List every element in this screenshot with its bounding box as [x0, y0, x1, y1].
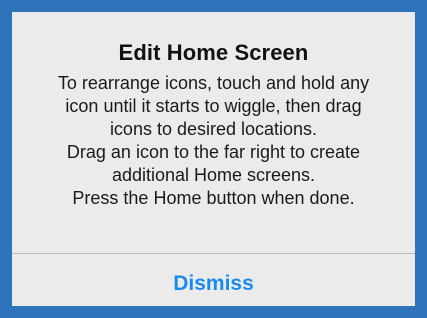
alert-message-line: Drag an icon to the far right to create	[66, 142, 361, 162]
alert-message-line: additional Home screens.	[111, 165, 316, 185]
alert-dialog: Edit Home Screen To rearrange icons, tou…	[12, 12, 415, 306]
alert-message-line: To rearrange icons, touch and hold any	[57, 73, 370, 93]
background: Edit Home Screen To rearrange icons, tou…	[0, 0, 427, 318]
alert-message-line: Press the Home button when done.	[72, 188, 355, 208]
alert-title: Edit Home Screen	[118, 40, 309, 65]
alert-message-line: icons to desired locations.	[109, 119, 318, 139]
alert-message-line: icon until it starts to wiggle, then dra…	[65, 96, 362, 116]
alert-message: To rearrange icons, touch and hold any i…	[22, 72, 405, 210]
dismiss-button[interactable]: Dismiss	[12, 254, 415, 306]
